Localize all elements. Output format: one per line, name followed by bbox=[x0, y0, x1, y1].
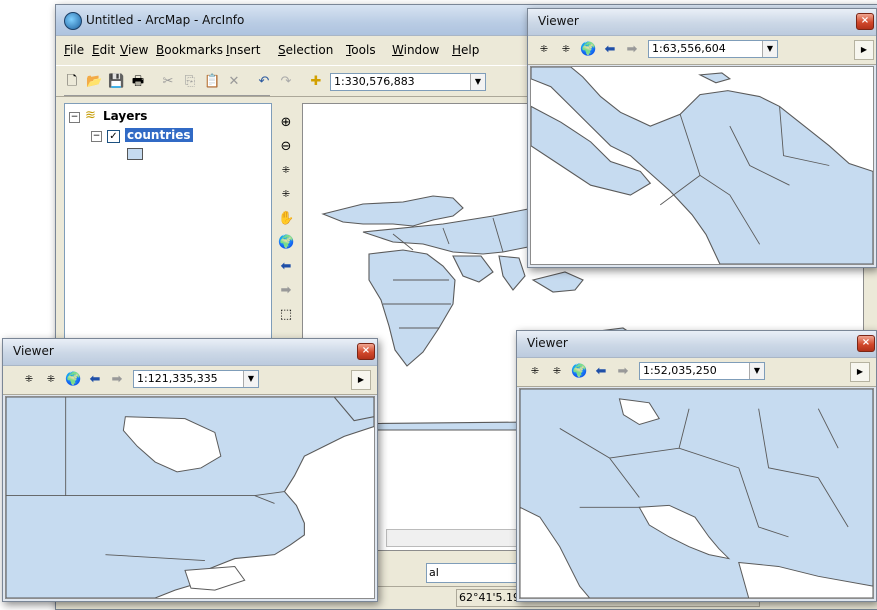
viewer-title-bar[interactable]: Viewer × bbox=[528, 9, 876, 36]
close-icon[interactable]: × bbox=[357, 343, 375, 360]
fixed-zoom-in-icon[interactable]: ⁜ bbox=[536, 42, 552, 58]
print-icon[interactable]: 🖶 bbox=[130, 74, 146, 90]
south-america-map bbox=[531, 67, 873, 264]
fixed-zoom-in-icon[interactable]: ⁜ bbox=[527, 364, 543, 380]
full-extent-globe-icon[interactable]: 🌍 bbox=[278, 235, 294, 251]
land-background bbox=[520, 389, 873, 598]
menu-edit[interactable]: Edit bbox=[92, 43, 115, 57]
cut-icon[interactable]: ✂ bbox=[160, 74, 176, 90]
fixed-zoom-out-icon[interactable]: ⁜ bbox=[43, 372, 59, 388]
menu-bookmarks[interactable]: Bookmarks bbox=[156, 43, 223, 57]
viewer-map[interactable] bbox=[530, 66, 874, 265]
delete-icon[interactable]: ✕ bbox=[226, 74, 242, 90]
fixed-zoom-out-icon[interactable]: ⁜ bbox=[278, 187, 294, 203]
viewer-window-north-america: Viewer × ⁜ ⁜ 🌍 ⬅ ➡ 1:121,335,335 ▼ ▶ bbox=[2, 338, 378, 602]
menu-selection[interactable]: Selection bbox=[278, 43, 333, 57]
viewer-window-south-america: Viewer × ⁜ ⁜ 🌍 ⬅ ➡ 1:63,556,604 ▼ ▶ bbox=[527, 8, 877, 268]
menu-file[interactable]: File bbox=[64, 43, 84, 57]
selection-combo-value: al bbox=[429, 566, 439, 579]
layer-symbol-swatch[interactable] bbox=[127, 148, 143, 160]
chevron-down-icon[interactable]: ▼ bbox=[762, 41, 777, 57]
fixed-zoom-in-icon[interactable]: ⁜ bbox=[278, 163, 294, 179]
back-arrow-icon[interactable]: ⬅ bbox=[278, 259, 294, 275]
redo-icon[interactable]: ↷ bbox=[278, 74, 294, 90]
viewer-scale-value: 1:52,035,250 bbox=[643, 364, 717, 377]
caribbean-island-shape bbox=[698, 72, 732, 84]
southeast-asia-shape bbox=[531, 271, 584, 293]
viewer-scale-value: 1:63,556,604 bbox=[652, 42, 726, 55]
forward-arrow-icon[interactable]: ➡ bbox=[278, 283, 294, 299]
viewer-map[interactable] bbox=[519, 388, 874, 599]
africa-shape bbox=[368, 249, 456, 367]
viewer-scale-value: 1:121,335,335 bbox=[137, 372, 218, 385]
toc-layer-label[interactable]: countries bbox=[125, 128, 193, 142]
layer-visibility-checkbox[interactable]: ✓ bbox=[107, 130, 120, 143]
viewer-toolbar: ⁜ ⁜ 🌍 ⬅ ➡ 1:63,556,604 ▼ ▶ bbox=[528, 36, 876, 65]
collapse-icon[interactable]: − bbox=[91, 131, 102, 142]
map-scale-combo[interactable]: 1:330,576,883 ▼ bbox=[330, 73, 486, 91]
full-extent-globe-icon[interactable]: 🌍 bbox=[65, 372, 81, 388]
india-shape bbox=[498, 255, 526, 291]
arctic-canada-shape bbox=[321, 195, 464, 227]
chevron-down-icon[interactable]: ▼ bbox=[243, 371, 258, 387]
layers-icon: ≋ bbox=[85, 108, 96, 123]
viewer-toolbar: ⁜ ⁜ 🌍 ⬅ ➡ 1:121,335,335 ▼ ▶ bbox=[3, 366, 377, 395]
arabia-shape bbox=[452, 255, 494, 283]
north-america-map bbox=[6, 397, 374, 598]
viewer-title: Viewer bbox=[538, 14, 579, 28]
forward-arrow-icon[interactable]: ➡ bbox=[615, 364, 631, 380]
menu-tools[interactable]: Tools bbox=[346, 43, 376, 57]
new-document-icon[interactable]: 🗋 bbox=[64, 74, 80, 90]
viewer-title: Viewer bbox=[13, 344, 54, 358]
toc-root-label[interactable]: Layers bbox=[103, 109, 147, 123]
toolbar-more-icon[interactable]: ▶ bbox=[850, 362, 870, 382]
toolbar-more-icon[interactable]: ▶ bbox=[351, 370, 371, 390]
forward-arrow-icon[interactable]: ➡ bbox=[624, 42, 640, 58]
close-icon[interactable]: × bbox=[856, 13, 874, 30]
viewer-title-bar[interactable]: Viewer × bbox=[3, 339, 377, 366]
viewer-title: Viewer bbox=[527, 336, 568, 350]
collapse-icon[interactable]: − bbox=[69, 112, 80, 123]
viewer-title-bar[interactable]: Viewer × bbox=[517, 331, 876, 358]
map-scale-value: 1:330,576,883 bbox=[334, 75, 415, 88]
open-folder-icon[interactable]: 📂 bbox=[86, 74, 102, 90]
viewer-toolbar: ⁜ ⁜ 🌍 ⬅ ➡ 1:52,035,250 ▼ ▶ bbox=[517, 358, 876, 387]
toolbar-more-icon[interactable]: ▶ bbox=[854, 40, 874, 60]
globe-app-icon bbox=[64, 12, 82, 30]
fixed-zoom-out-icon[interactable]: ⁜ bbox=[549, 364, 565, 380]
viewer-scale-combo[interactable]: 1:121,335,335 ▼ bbox=[133, 370, 259, 388]
zoom-out-icon[interactable]: ⊖ bbox=[278, 139, 294, 155]
viewer-scale-combo[interactable]: 1:63,556,604 ▼ bbox=[648, 40, 778, 58]
middle-east-map bbox=[520, 389, 873, 598]
back-arrow-icon[interactable]: ⬅ bbox=[593, 364, 609, 380]
forward-arrow-icon[interactable]: ➡ bbox=[109, 372, 125, 388]
viewer-window-middle-east: Viewer × ⁜ ⁜ 🌍 ⬅ ➡ 1:52,035,250 ▼ ▶ bbox=[516, 330, 877, 602]
undo-icon[interactable]: ↶ bbox=[256, 74, 272, 90]
chevron-down-icon[interactable]: ▼ bbox=[470, 74, 485, 90]
menu-help[interactable]: Help bbox=[452, 43, 479, 57]
zoom-in-icon[interactable]: ⊕ bbox=[278, 115, 294, 131]
save-icon[interactable]: 💾 bbox=[108, 74, 124, 90]
full-extent-globe-icon[interactable]: 🌍 bbox=[580, 42, 596, 58]
viewer-scale-combo[interactable]: 1:52,035,250 ▼ bbox=[639, 362, 765, 380]
back-arrow-icon[interactable]: ⬅ bbox=[87, 372, 103, 388]
gulf-of-mexico-shape bbox=[184, 565, 246, 591]
copy-icon[interactable]: ⎘ bbox=[182, 74, 198, 90]
back-arrow-icon[interactable]: ⬅ bbox=[602, 42, 618, 58]
menu-window[interactable]: Window bbox=[392, 43, 439, 57]
menu-view[interactable]: View bbox=[120, 43, 148, 57]
viewer-map[interactable] bbox=[5, 396, 375, 599]
menu-insert[interactable]: Insert bbox=[226, 43, 260, 57]
window-title: Untitled - ArcMap - ArcInfo bbox=[86, 13, 245, 27]
close-icon[interactable]: × bbox=[857, 335, 875, 352]
pan-hand-icon[interactable]: ✋ bbox=[278, 211, 294, 227]
full-extent-globe-icon[interactable]: 🌍 bbox=[571, 364, 587, 380]
select-features-icon[interactable]: ⬚ bbox=[278, 307, 294, 323]
add-data-icon[interactable]: ✚ bbox=[308, 74, 324, 90]
paste-icon[interactable]: 📋 bbox=[204, 74, 220, 90]
chevron-down-icon[interactable]: ▼ bbox=[749, 363, 764, 379]
fixed-zoom-out-icon[interactable]: ⁜ bbox=[558, 42, 574, 58]
fixed-zoom-in-icon[interactable]: ⁜ bbox=[21, 372, 37, 388]
